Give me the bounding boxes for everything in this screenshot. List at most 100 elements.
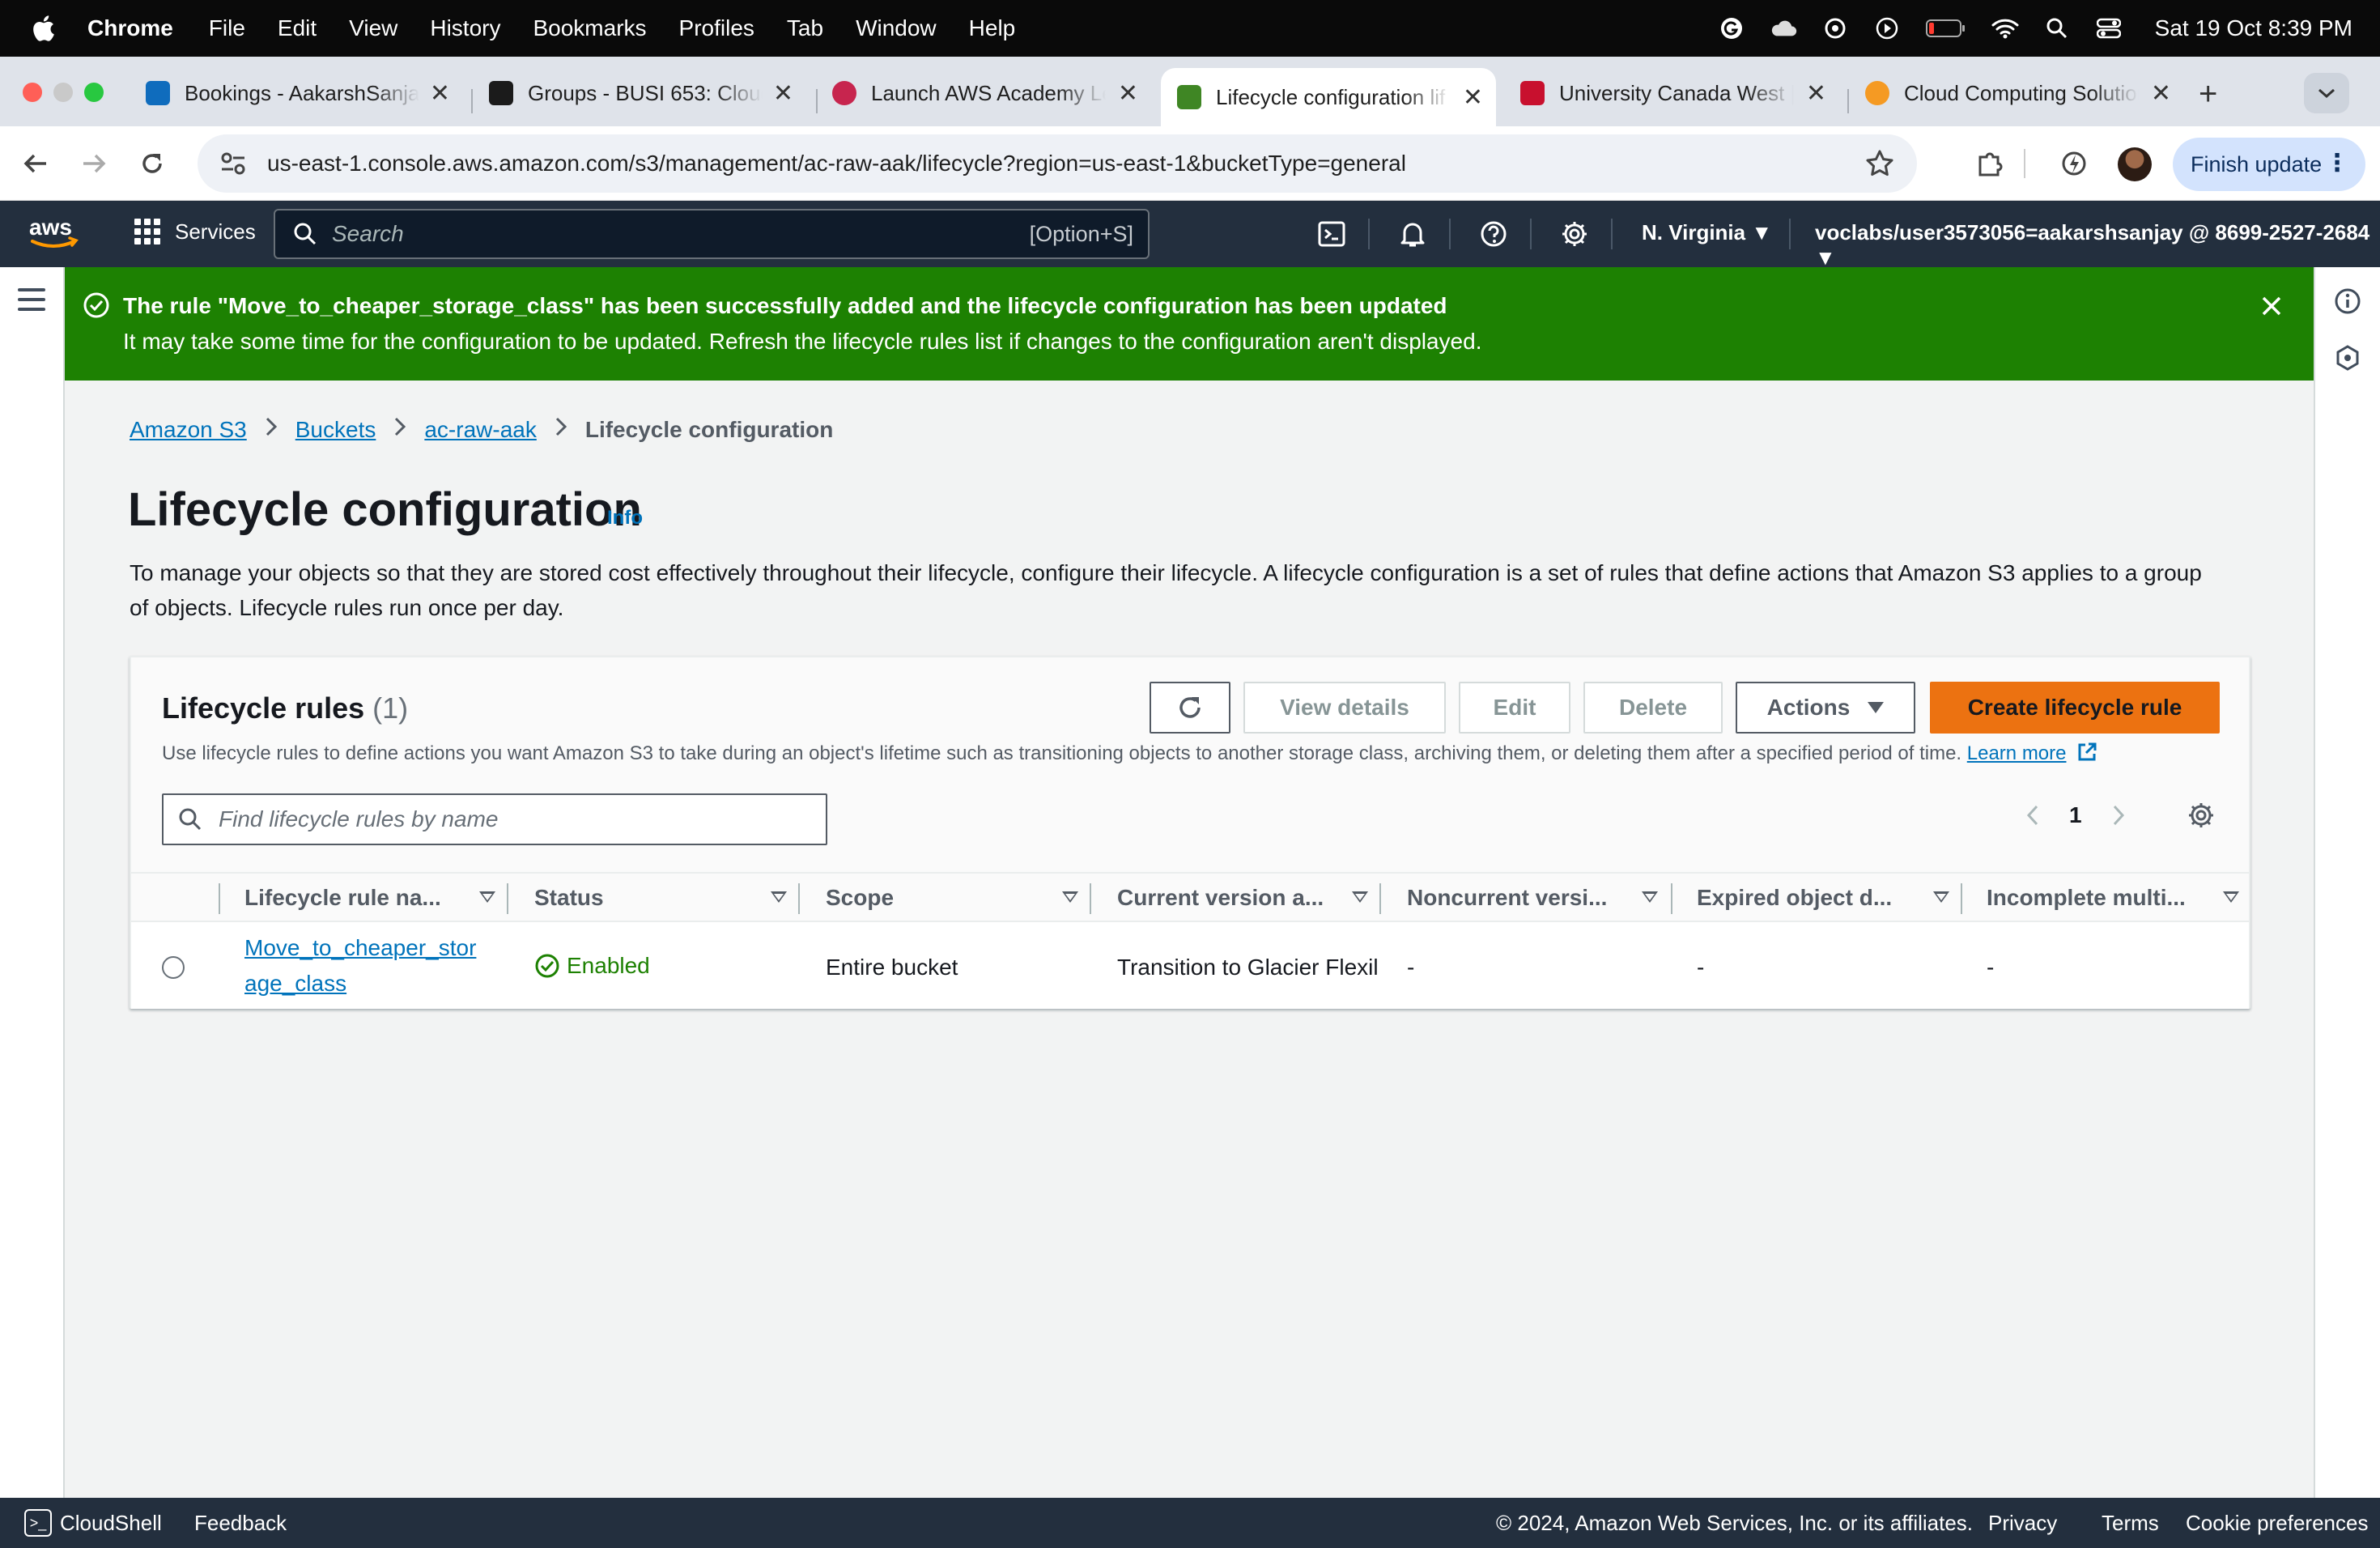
- tab-aws-academy[interactable]: Launch AWS Academy Lea ✕: [816, 68, 1151, 118]
- play-icon[interactable]: [1873, 15, 1901, 42]
- column-header-noncurrent[interactable]: Noncurrent versi...: [1407, 874, 1674, 922]
- tab-cloud-computing[interactable]: Cloud Computing Solution ✕: [1849, 68, 2184, 118]
- tab-lifecycle-configuration[interactable]: Lifecycle configuration lif ✕: [1161, 68, 1496, 126]
- privacy-link[interactable]: Privacy: [1988, 1511, 2057, 1536]
- chevron-left-icon[interactable]: [2025, 804, 2040, 827]
- menu-profiles[interactable]: Profiles: [679, 15, 754, 41]
- icloud-icon[interactable]: [1770, 15, 1797, 42]
- notifications-bell-icon[interactable]: [1396, 217, 1430, 251]
- profile-avatar[interactable]: [2118, 147, 2152, 181]
- menu-tab[interactable]: Tab: [787, 15, 823, 41]
- column-header-status[interactable]: Status: [534, 874, 801, 922]
- edit-button[interactable]: Edit: [1459, 682, 1570, 734]
- column-label: Lifecycle rule na...: [244, 885, 441, 910]
- menu-help[interactable]: Help: [969, 15, 1016, 41]
- control-center-icon[interactable]: [2095, 15, 2123, 42]
- close-tab-icon[interactable]: ✕: [430, 79, 450, 108]
- performance-icon[interactable]: [2056, 146, 2092, 181]
- breadcrumb-buckets[interactable]: Buckets: [295, 417, 376, 443]
- chrome-menu-icon[interactable]: ⋮: [2325, 149, 2349, 177]
- cloudshell-icon[interactable]: [1315, 217, 1349, 251]
- close-icon[interactable]: [2254, 288, 2289, 324]
- table-row[interactable]: Move_to_cheaper_stor age_class Enabled E…: [131, 922, 2249, 1009]
- ucw-icon: [1520, 81, 1545, 105]
- services-menu[interactable]: Services: [134, 219, 256, 245]
- column-header-expired[interactable]: Expired object d...: [1697, 874, 1964, 922]
- find-rules-input[interactable]: Find lifecycle rules by name: [162, 793, 827, 845]
- finish-update-button[interactable]: Finish update ⋮: [2173, 138, 2365, 191]
- hamburger-menu-icon[interactable]: [18, 288, 45, 311]
- close-tab-icon[interactable]: ✕: [1463, 83, 1483, 112]
- apple-icon[interactable]: [31, 15, 55, 42]
- column-separator: [1961, 883, 1962, 914]
- window-close-button[interactable]: [23, 83, 42, 102]
- bookmark-star-icon[interactable]: [1865, 149, 1894, 178]
- tab-bookings[interactable]: Bookings - AakarshSanjay ✕: [130, 68, 463, 118]
- feedback-link[interactable]: Feedback: [194, 1511, 287, 1536]
- tab-ucw[interactable]: University Canada West | ✕: [1504, 68, 1839, 118]
- aws-search-input[interactable]: Search [Option+S]: [274, 209, 1150, 259]
- cookie-preferences-link[interactable]: Cookie preferences: [2186, 1511, 2368, 1536]
- refresh-button[interactable]: [1150, 682, 1230, 734]
- battery-icon[interactable]: [1925, 15, 1967, 42]
- menu-window[interactable]: Window: [856, 15, 937, 41]
- extensions-puzzle-icon[interactable]: [1972, 146, 2008, 181]
- menu-bookmarks[interactable]: Bookmarks: [533, 15, 646, 41]
- chevron-right-icon: [555, 416, 567, 443]
- new-tab-plus-icon[interactable]: +: [2199, 76, 2217, 113]
- delete-button[interactable]: Delete: [1583, 682, 1723, 734]
- actions-dropdown[interactable]: Actions: [1736, 682, 1915, 734]
- breadcrumb-bucket-name[interactable]: ac-raw-aak: [424, 417, 536, 443]
- info-link[interactable]: Info: [607, 507, 643, 529]
- reload-icon[interactable]: [133, 144, 172, 183]
- close-tab-icon[interactable]: ✕: [773, 79, 793, 108]
- terms-link[interactable]: Terms: [2102, 1511, 2159, 1536]
- window-zoom-button[interactable]: [84, 83, 104, 102]
- wifi-icon[interactable]: [1991, 15, 2019, 42]
- settings-gear-icon[interactable]: [1558, 217, 1592, 251]
- learn-more-link[interactable]: Learn more: [1967, 742, 2067, 764]
- menu-app-chrome[interactable]: Chrome: [87, 15, 173, 41]
- close-tab-icon[interactable]: ✕: [2151, 79, 2171, 108]
- column-header-incomplete[interactable]: Incomplete multi...: [1987, 874, 2254, 922]
- cloudshell-link[interactable]: CloudShell: [60, 1511, 162, 1536]
- rule-name-link[interactable]: Move_to_cheaper_stor age_class: [244, 930, 476, 1002]
- close-tab-icon[interactable]: ✕: [1806, 79, 1826, 108]
- column-header-scope[interactable]: Scope: [826, 874, 1093, 922]
- tab-title: Bookings - AakarshSanjay: [185, 80, 419, 105]
- cloudshell-icon[interactable]: >_: [24, 1509, 52, 1537]
- menu-edit[interactable]: Edit: [278, 15, 317, 41]
- window-minimize-button[interactable]: [53, 83, 73, 102]
- menu-history[interactable]: History: [430, 15, 500, 41]
- aws-logo[interactable]: aws: [28, 214, 81, 251]
- column-header-current-version[interactable]: Current version a...: [1117, 874, 1384, 922]
- tab-d2l-groups[interactable]: Groups - BUSI 653: Cloud ✕: [473, 68, 806, 118]
- url-text[interactable]: us-east-1.console.aws.amazon.com/s3/mana…: [267, 151, 1406, 176]
- account-menu[interactable]: voclabs/user3573056=aakarshsanjay @ 8699…: [1815, 220, 2380, 270]
- view-details-button[interactable]: View details: [1243, 682, 1446, 734]
- grammarly-icon[interactable]: [1718, 15, 1745, 42]
- chevron-right-icon[interactable]: [2111, 804, 2126, 827]
- create-lifecycle-rule-button[interactable]: Create lifecycle rule: [1930, 682, 2220, 734]
- site-settings-icon[interactable]: [217, 147, 249, 180]
- row-select-radio[interactable]: [162, 956, 185, 979]
- info-panel-icon[interactable]: [2331, 285, 2364, 317]
- menu-file[interactable]: File: [209, 15, 245, 41]
- help-icon[interactable]: [1477, 217, 1511, 251]
- resources-panel-icon[interactable]: [2331, 342, 2364, 374]
- external-link-icon[interactable]: [2076, 742, 2097, 763]
- close-tab-icon[interactable]: ✕: [1118, 79, 1138, 108]
- tab-search-chevron-icon[interactable]: [2304, 73, 2349, 113]
- breadcrumb-amazon-s3[interactable]: Amazon S3: [130, 417, 247, 443]
- page-number[interactable]: 1: [2069, 802, 2082, 828]
- forward-arrow-icon[interactable]: [74, 144, 113, 183]
- preferences-gear-icon[interactable]: [2187, 802, 2215, 829]
- menubar-clock[interactable]: Sat 19 Oct 8:39 PM: [2155, 15, 2352, 41]
- chatgpt-icon[interactable]: [1821, 15, 1849, 42]
- region-selector[interactable]: N. Virginia ▼: [1642, 220, 1772, 245]
- column-header-rule-name[interactable]: Lifecycle rule na...: [244, 874, 512, 922]
- spotlight-search-icon[interactable]: [2043, 15, 2071, 42]
- back-arrow-icon[interactable]: [16, 144, 55, 183]
- address-bar[interactable]: us-east-1.console.aws.amazon.com/s3/mana…: [198, 134, 1917, 193]
- menu-view[interactable]: View: [349, 15, 397, 41]
